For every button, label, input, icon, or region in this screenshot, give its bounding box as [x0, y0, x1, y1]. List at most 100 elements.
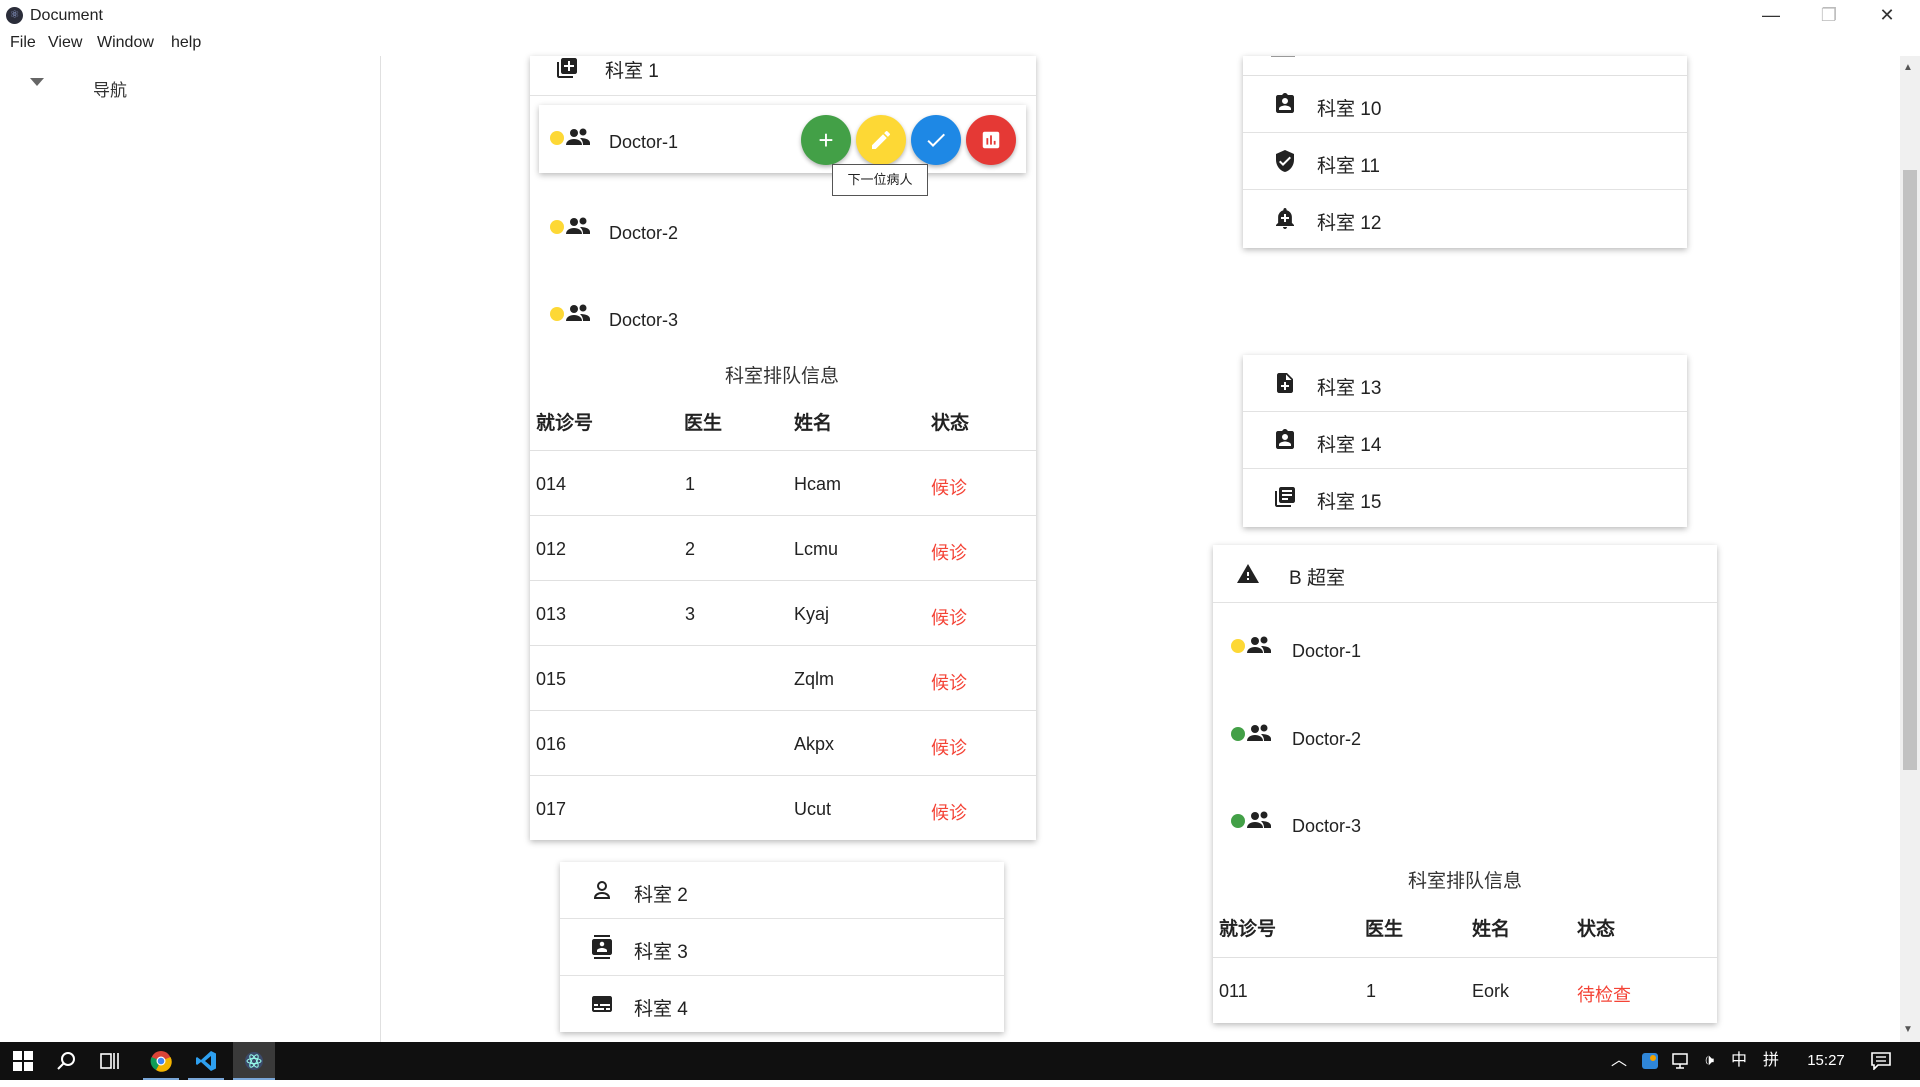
stats-button[interactable]	[966, 115, 1016, 165]
notification-icon	[1871, 1052, 1891, 1071]
taskbar-vscode[interactable]	[188, 1042, 224, 1080]
divider	[1213, 957, 1717, 958]
people-icon	[1247, 724, 1271, 741]
dept-group-a: 科室 2 科室 3 科室 4	[560, 862, 1004, 1032]
doctor-row[interactable]: Doctor-2	[1213, 707, 1717, 787]
status-dot	[550, 220, 564, 234]
dept-item[interactable]: 科室 2	[560, 862, 1004, 919]
vscode-icon	[196, 1051, 216, 1071]
dept-group-b: 科室 10 科室 11 科室 12	[1243, 56, 1687, 248]
ultrasound-card: B 超室 Doctor-1 Doctor-2 Doctor-3 科室排队信息 就…	[1213, 545, 1717, 1023]
edit-button[interactable]	[856, 115, 906, 165]
ime-mode[interactable]: 拼	[1758, 1042, 1784, 1080]
menu-view[interactable]: View	[48, 34, 82, 52]
dept-label: 科室 2	[634, 885, 688, 906]
dept1-header[interactable]: 科室 1	[530, 56, 1036, 96]
cell-name: Hcam	[794, 474, 842, 494]
notifications-button[interactable]	[1866, 1042, 1896, 1080]
doctor-name: Doctor-1	[609, 132, 679, 152]
ultrasound-header[interactable]: B 超室	[1213, 545, 1717, 603]
cell-status: 候诊	[931, 803, 967, 823]
add-button[interactable]: +	[801, 115, 851, 165]
queue-title: 科室排队信息	[1408, 871, 1523, 892]
check-icon	[927, 133, 945, 147]
expand-arrow-icon[interactable]	[30, 78, 44, 86]
scroll-down-icon[interactable]: ▼	[1903, 1024, 1913, 1035]
people-icon	[1247, 636, 1271, 653]
divider	[530, 580, 1036, 581]
dept-label: 科室 15	[1317, 492, 1382, 513]
dept-label: 科室 10	[1317, 99, 1382, 120]
col-header-status: 状态	[931, 413, 970, 434]
dept-item[interactable]: 科室 4	[560, 976, 1004, 1032]
scrollbar-thumb[interactable]	[1903, 170, 1917, 770]
cell-name: Lcmu	[794, 539, 839, 559]
divider	[530, 515, 1036, 516]
cell-status: 候诊	[931, 478, 967, 498]
start-button[interactable]	[8, 1042, 38, 1080]
divider	[530, 450, 1036, 451]
dept-item[interactable]: 科室 13	[1243, 355, 1687, 412]
cell-id: 017	[536, 799, 567, 819]
menu-file[interactable]: File	[10, 34, 36, 52]
dept-item[interactable]: 科室 10	[1243, 76, 1687, 133]
subtitles-icon	[592, 996, 612, 1012]
clock[interactable]: 15:27	[1798, 1042, 1854, 1080]
dept-item[interactable]: 科室 3	[560, 919, 1004, 976]
search-button[interactable]	[52, 1042, 82, 1080]
tray-app-icon[interactable]	[1638, 1042, 1662, 1080]
taskbar-electron-app[interactable]	[233, 1042, 275, 1080]
assignment-ind-icon	[1276, 429, 1294, 449]
doctor-name: Doctor-1	[1292, 641, 1362, 661]
col-header-name: 姓名	[1472, 919, 1511, 940]
dept-item[interactable]: 科室 15	[1243, 469, 1687, 525]
dept1-card: 科室 1	[530, 56, 1036, 840]
ultrasound-label: B 超室	[1289, 568, 1345, 589]
doctor-row[interactable]: Doctor-2	[539, 190, 1026, 270]
status-dot	[550, 131, 564, 145]
dept-item[interactable]: 科室 14	[1243, 412, 1687, 469]
divider	[530, 710, 1036, 711]
minimize-button[interactable]: —	[1742, 0, 1800, 30]
maximize-button[interactable]: ❐	[1800, 0, 1858, 30]
status-dot	[1231, 727, 1245, 741]
nav-tree-item[interactable]: 导航	[93, 76, 127, 101]
done-button[interactable]	[911, 115, 961, 165]
task-view-button[interactable]	[96, 1042, 126, 1080]
cell-status: 待检查	[1577, 985, 1631, 1005]
cell-status: 候诊	[931, 738, 967, 758]
note-add-icon	[1277, 373, 1293, 393]
ime-language[interactable]: 中	[1726, 1042, 1752, 1080]
dept-label: 科室 11	[1317, 156, 1381, 177]
cell-doctor: 2	[685, 539, 696, 559]
cell-doctor: 3	[685, 604, 696, 624]
tray-overflow-icon[interactable]: ︿	[1607, 1042, 1631, 1080]
tray-app-icon	[1642, 1053, 1658, 1069]
cell-id: 012	[536, 539, 567, 559]
doctor-row[interactable]: Doctor-3	[539, 277, 1026, 357]
cell-name: Ucut	[794, 799, 832, 819]
volume-icon[interactable]: 🕩	[1696, 1042, 1722, 1080]
network-icon[interactable]	[1668, 1042, 1692, 1080]
title-bar: ⚛ Document — ❐ ✕	[0, 0, 1920, 30]
scroll-up-icon[interactable]: ▲	[1903, 62, 1913, 73]
doctor-name: Doctor-3	[609, 310, 679, 330]
app-icon: ⚛	[6, 7, 23, 24]
menu-window[interactable]: Window	[97, 34, 154, 52]
close-button[interactable]: ✕	[1858, 0, 1916, 30]
menu-help[interactable]: help	[171, 34, 201, 52]
taskbar-chrome[interactable]	[143, 1042, 179, 1080]
col-header-name: 姓名	[794, 413, 833, 434]
window-title: Document	[30, 7, 103, 24]
bar-chart-icon	[982, 131, 1000, 149]
add-alert-icon	[1276, 208, 1294, 229]
doctor-row[interactable]: Doctor-3	[1213, 794, 1717, 874]
cell-id: 014	[536, 474, 567, 494]
dept-item[interactable]: 科室 12	[1243, 190, 1687, 246]
task-view-icon	[100, 1053, 119, 1069]
dept-group-c: 科室 13 科室 14 科室 15	[1243, 355, 1687, 527]
status-dot	[1231, 814, 1245, 828]
dept-item[interactable]: 科室 11	[1243, 133, 1687, 190]
doctor-row[interactable]: Doctor-1	[1213, 619, 1717, 699]
col-header-id: 就诊号	[536, 413, 594, 434]
